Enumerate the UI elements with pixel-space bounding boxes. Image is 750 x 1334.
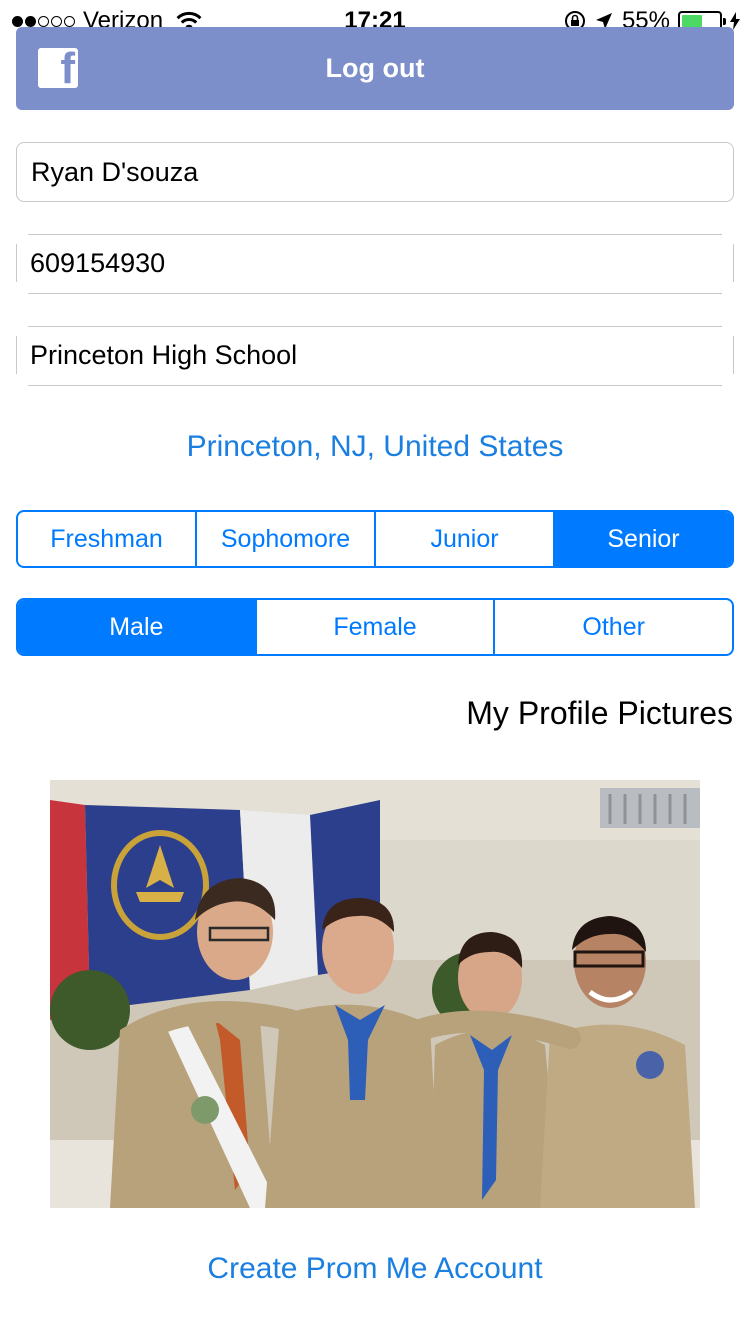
grade-segment-freshman[interactable]: Freshman [18,512,195,566]
grade-segment-junior[interactable]: Junior [374,512,553,566]
location-link[interactable]: Princeton, NJ, United States [0,430,750,464]
name-value: Ryan D'souza [31,157,199,187]
phone-value: 609154930 [30,248,166,278]
gender-segment-other[interactable]: Other [493,600,732,654]
battery-level [682,15,702,27]
name-field[interactable]: Ryan D'souza [16,142,734,202]
profile-photo-image [50,780,700,1208]
gender-segmented-control: Male Female Other [16,598,734,656]
facebook-logout-button[interactable]: f Log out [16,27,734,110]
phone-field[interactable]: 609154930 [16,234,734,294]
gender-segment-male[interactable]: Male [18,600,255,654]
school-field[interactable]: Princeton High School [16,326,734,386]
grade-segmented-control: Freshman Sophomore Junior Senior [16,510,734,568]
gender-segment-female[interactable]: Female [254,600,494,654]
grade-segment-senior[interactable]: Senior [553,512,732,566]
profile-pictures-title: My Profile Pictures [466,695,733,731]
logout-label: Log out [325,53,425,83]
grade-segment-sophomore[interactable]: Sophomore [195,512,374,566]
school-value: Princeton High School [30,340,298,370]
create-account-link[interactable]: Create Prom Me Account [0,1252,750,1286]
profile-picture[interactable] [50,780,700,1208]
